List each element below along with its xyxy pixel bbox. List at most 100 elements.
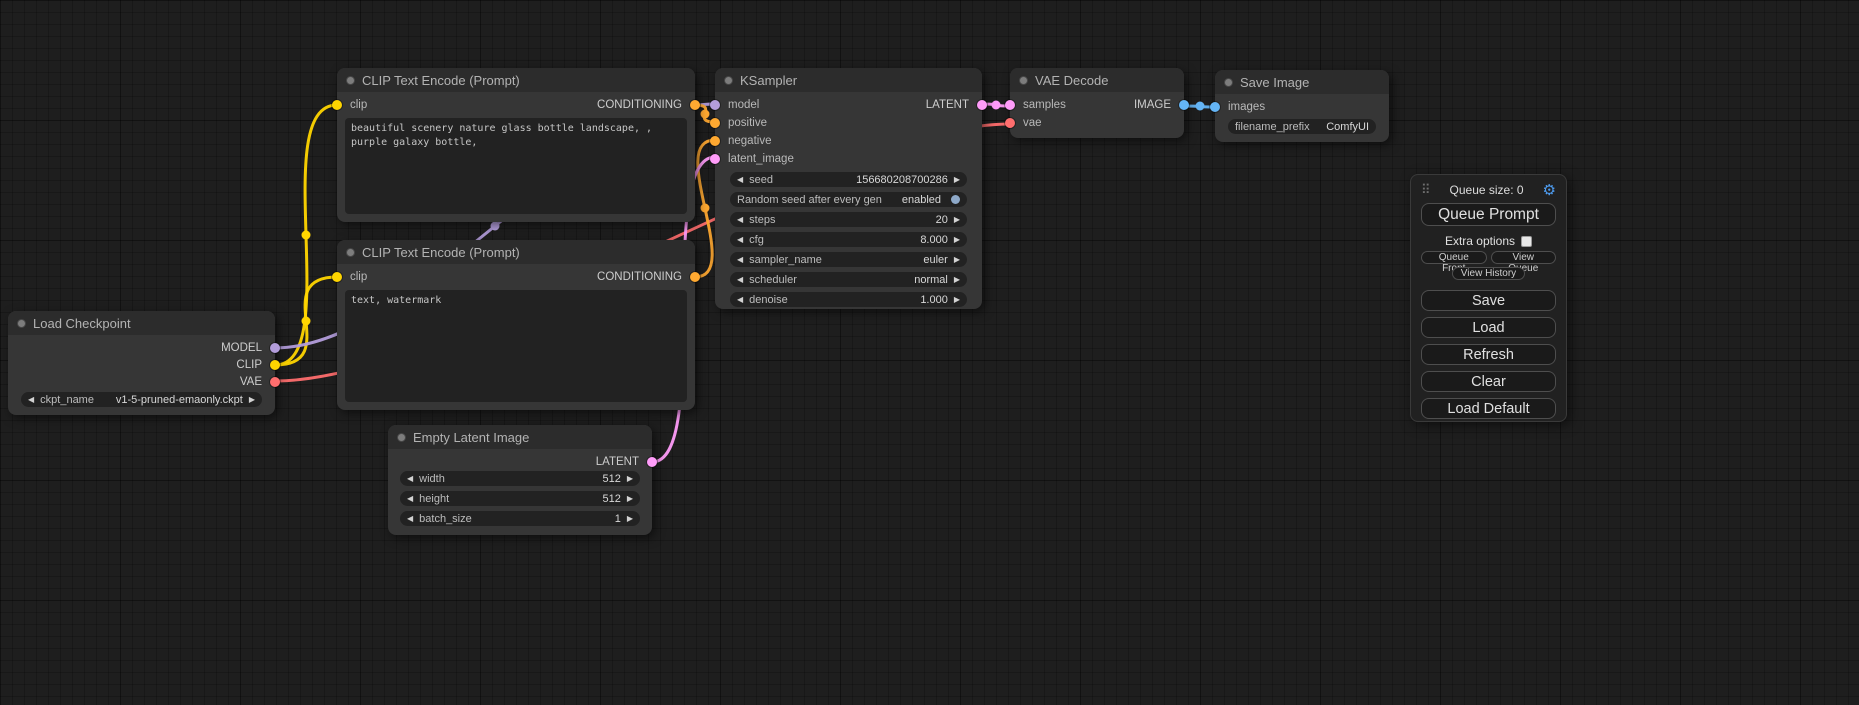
node-clip-text-encode-negative[interactable]: CLIP Text Encode (Prompt) clip CONDITION… [337,240,695,410]
node-collapse-dot-icon[interactable] [346,76,355,85]
input-slot-images[interactable] [1210,102,1220,112]
widget-width[interactable]: ◀ width 512 ▶ [400,471,640,486]
node-header[interactable]: Save Image [1215,70,1389,94]
arrow-left-icon[interactable]: ◀ [737,176,743,184]
toggle-dot-icon[interactable] [951,195,960,204]
input-slot-model[interactable] [710,100,720,110]
link-midpoint-dot[interactable] [491,222,500,231]
link-midpoint-dot[interactable] [701,204,710,213]
queue-prompt-button[interactable]: Queue Prompt [1421,203,1556,226]
arrow-left-icon[interactable]: ◀ [737,296,743,304]
node-clip-text-encode-positive[interactable]: CLIP Text Encode (Prompt) clip CONDITION… [337,68,695,222]
input-slot-positive[interactable] [710,118,720,128]
arrow-left-icon[interactable]: ◀ [407,475,413,483]
widget-filename-prefix[interactable]: filename_prefix ComfyUI [1228,119,1376,134]
output-slot-model[interactable] [270,343,280,353]
widget-cfg[interactable]: ◀ cfg 8.000 ▶ [730,232,967,247]
slot-row: VAE [8,373,275,390]
widget-steps[interactable]: ◀ steps 20 ▶ [730,212,967,227]
arrow-right-icon[interactable]: ▶ [954,256,960,264]
arrow-left-icon[interactable]: ◀ [737,276,743,284]
load-button[interactable]: Load [1421,317,1556,338]
output-slot-latent[interactable] [977,100,987,110]
widget-batch-size[interactable]: ◀ batch_size 1 ▶ [400,511,640,526]
arrow-left-icon[interactable]: ◀ [407,495,413,503]
widget-height[interactable]: ◀ height 512 ▶ [400,491,640,506]
node-header[interactable]: VAE Decode [1010,68,1184,92]
link-midpoint-dot[interactable] [302,231,311,240]
save-button[interactable]: Save [1421,290,1556,311]
link-midpoint-dot[interactable] [1196,102,1205,111]
wire-clip-to-positive-encoder[interactable] [275,105,337,365]
load-default-button[interactable]: Load Default [1421,398,1556,419]
queue-menu-panel: ⠿ Queue size: 0 ⚙ Queue Prompt Extra opt… [1410,174,1567,422]
slot-row: vae [1010,114,1184,132]
node-header[interactable]: CLIP Text Encode (Prompt) [337,68,695,92]
node-collapse-dot-icon[interactable] [1019,76,1028,85]
arrow-right-icon[interactable]: ▶ [627,515,633,523]
arrow-right-icon[interactable]: ▶ [954,296,960,304]
extra-options-checkbox[interactable] [1521,236,1532,247]
node-empty-latent-image[interactable]: Empty Latent Image LATENT ◀ width 512 ▶ … [388,425,652,535]
node-header[interactable]: Load Checkpoint [8,311,275,335]
input-slot-latent-image[interactable] [710,154,720,164]
arrow-left-icon[interactable]: ◀ [737,236,743,244]
arrow-right-icon[interactable]: ▶ [954,216,960,224]
link-midpoint-dot[interactable] [701,110,710,119]
negative-prompt-textarea[interactable]: text, watermark [345,290,687,402]
arrow-left-icon[interactable]: ◀ [737,216,743,224]
arrow-right-icon[interactable]: ▶ [249,396,255,404]
node-header[interactable]: CLIP Text Encode (Prompt) [337,240,695,264]
node-collapse-dot-icon[interactable] [346,248,355,257]
output-label-model: MODEL [221,342,262,354]
settings-gear-icon[interactable]: ⚙ [1543,183,1556,198]
input-slot-samples[interactable] [1005,100,1015,110]
node-collapse-dot-icon[interactable] [17,319,26,328]
arrow-left-icon[interactable]: ◀ [737,256,743,264]
node-load-checkpoint[interactable]: Load Checkpoint MODEL CLIP VAE ◀ ckpt_na… [8,311,275,415]
widget-value: 1 [615,513,621,525]
input-slot-clip[interactable] [332,100,342,110]
output-slot-conditioning[interactable] [690,100,700,110]
node-header[interactable]: KSampler [715,68,982,92]
node-ksampler[interactable]: KSampler model LATENT positive negative … [715,68,982,309]
positive-prompt-textarea[interactable]: beautiful scenery nature glass bottle la… [345,118,687,214]
output-slot-latent[interactable] [647,457,657,467]
arrow-right-icon[interactable]: ▶ [627,495,633,503]
node-save-image[interactable]: Save Image images filename_prefix ComfyU… [1215,70,1389,142]
arrow-right-icon[interactable]: ▶ [954,236,960,244]
arrow-left-icon[interactable]: ◀ [28,396,34,404]
link-midpoint-dot[interactable] [992,101,1001,110]
widget-scheduler[interactable]: ◀ scheduler normal ▶ [730,272,967,287]
output-slot-clip[interactable] [270,360,280,370]
output-slot-image[interactable] [1179,100,1189,110]
drag-handle-icon[interactable]: ⠿ [1421,182,1431,198]
input-slot-clip[interactable] [332,272,342,282]
arrow-right-icon[interactable]: ▶ [954,276,960,284]
widget-seed[interactable]: ◀ seed 156680208700286 ▶ [730,172,967,187]
slot-row: MODEL [8,339,275,356]
widget-denoise[interactable]: ◀ denoise 1.000 ▶ [730,292,967,307]
widget-sampler-name[interactable]: ◀ sampler_name euler ▶ [730,252,967,267]
node-collapse-dot-icon[interactable] [724,76,733,85]
clear-button[interactable]: Clear [1421,371,1556,392]
wire-clip-to-negative-encoder[interactable] [275,277,337,365]
arrow-right-icon[interactable]: ▶ [627,475,633,483]
output-slot-vae[interactable] [270,377,280,387]
widget-ckpt-name[interactable]: ◀ ckpt_name v1-5-pruned-emaonly.ckpt ▶ [21,392,262,407]
link-midpoint-dot[interactable] [302,317,311,326]
widget-random-seed-toggle[interactable]: Random seed after every gen enabled [730,192,967,207]
node-collapse-dot-icon[interactable] [397,433,406,442]
output-slot-conditioning[interactable] [690,272,700,282]
view-queue-button[interactable]: View Queue [1491,251,1557,264]
node-vae-decode[interactable]: VAE Decode samples IMAGE vae [1010,68,1184,138]
view-history-button[interactable]: View History [1452,267,1525,280]
input-slot-vae[interactable] [1005,118,1015,128]
node-collapse-dot-icon[interactable] [1224,78,1233,87]
queue-front-button[interactable]: Queue Front [1421,251,1487,264]
input-slot-negative[interactable] [710,136,720,146]
arrow-right-icon[interactable]: ▶ [954,176,960,184]
arrow-left-icon[interactable]: ◀ [407,515,413,523]
refresh-button[interactable]: Refresh [1421,344,1556,365]
node-header[interactable]: Empty Latent Image [388,425,652,449]
